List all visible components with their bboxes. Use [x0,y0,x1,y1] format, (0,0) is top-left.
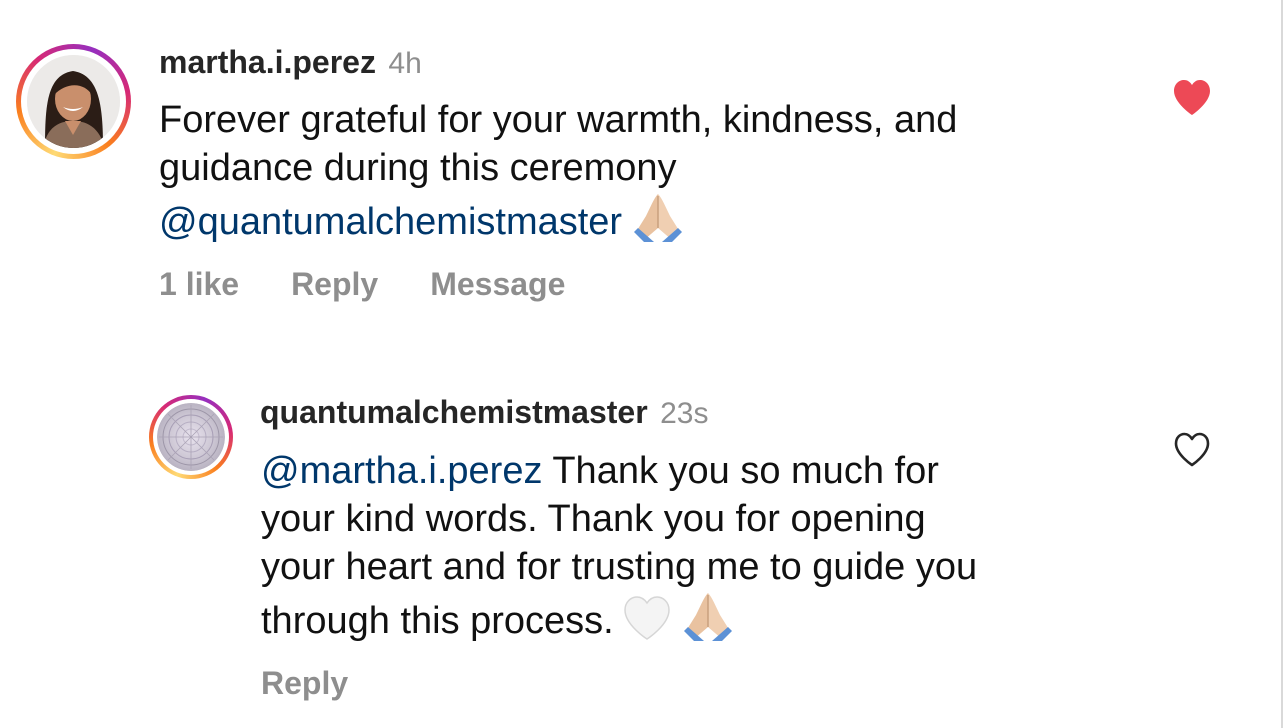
message-button[interactable]: Message [430,266,565,303]
comment-text-line: Forever grateful for your warmth, kindne… [159,99,958,141]
white-heart-emoji-icon [623,596,670,640]
comment-text: Forever grateful for your warmth, kindne… [159,96,1139,246]
comments-thread: martha.i.perez 4h Forever grateful for y… [0,0,1283,728]
reply-button[interactable]: Reply [291,266,378,303]
comment-username[interactable]: martha.i.perez [159,44,376,80]
comment-text-line: through this process. [261,591,1161,645]
avatar[interactable] [27,55,120,148]
comment-text-segment: through this process. [261,600,614,642]
comment-text-line: your kind words. Thank you for opening [261,498,926,540]
reply-button[interactable]: Reply [261,665,348,702]
comment-header: martha.i.perez 4h [159,44,422,81]
comment-timestamp: 23s [660,397,709,430]
comment-text-line: @martha.i.perez Thank you so much for [261,447,1161,495]
heart-outline-icon[interactable] [1172,431,1212,469]
folded-hands-emoji-icon [683,593,732,641]
comment-text-segment: Thank you so much for [552,450,939,492]
avatar-photo-woman [27,55,120,148]
mention-link[interactable]: @quantumalchemistmaster [159,201,622,243]
comment-header: quantumalchemistmaster 23s [260,394,709,431]
comment-username[interactable]: quantumalchemistmaster [260,394,648,430]
folded-hands-emoji-icon [634,194,683,242]
comment-actions: 1 like Reply Message [159,266,565,303]
avatar[interactable] [157,403,225,471]
comment-timestamp: 4h [388,47,422,80]
comment-text-line: your heart and for trusting me to guide … [261,546,978,588]
avatar-photo-mandala [157,403,225,471]
mention-link[interactable]: @martha.i.perez [261,450,542,492]
comment-text: @martha.i.perez Thank you so much for yo… [261,447,1161,645]
heart-filled-icon[interactable] [1172,79,1212,117]
likes-count[interactable]: 1 like [159,266,239,303]
comment-actions: Reply [261,665,348,702]
comment-text-line: guidance during this ceremony [159,147,677,189]
comment-text-line: @quantumalchemistmaster [159,192,1139,246]
